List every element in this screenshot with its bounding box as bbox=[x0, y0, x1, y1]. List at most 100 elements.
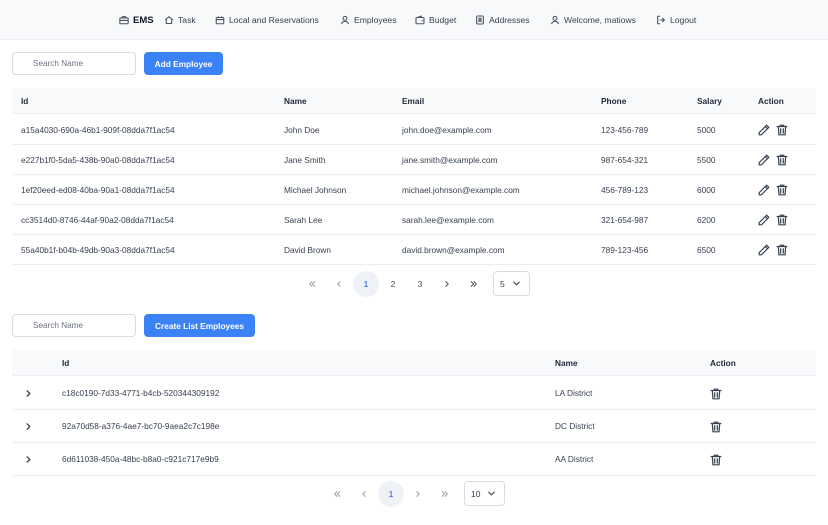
chevron-down-icon bbox=[488, 491, 495, 496]
brand-label: EMS bbox=[133, 14, 154, 26]
cell-phone: 789-123-456 bbox=[601, 245, 649, 255]
nav-item-label: Logout bbox=[670, 15, 697, 25]
cell-email: sarah.lee@example.com bbox=[402, 215, 494, 225]
cell-id: 1ef20eed-ed08-40ba-90a1-08dda7f1ac54 bbox=[21, 185, 175, 195]
page-button-1[interactable]: 1 bbox=[353, 271, 379, 297]
address-book-icon bbox=[476, 15, 484, 25]
employee-search-input[interactable] bbox=[12, 52, 136, 75]
pencil-icon bbox=[758, 184, 770, 196]
edit-button[interactable] bbox=[757, 205, 771, 235]
cell-email: jane.smith@example.com bbox=[402, 155, 498, 165]
cell-salary: 6000 bbox=[697, 185, 716, 195]
delete-button[interactable] bbox=[775, 115, 789, 145]
cell-salary: 5500 bbox=[697, 155, 716, 165]
rows-per-page-select[interactable]: 10 bbox=[464, 481, 505, 506]
delete-button[interactable] bbox=[709, 443, 723, 476]
delete-button[interactable] bbox=[775, 205, 789, 235]
first-page-button[interactable] bbox=[299, 271, 325, 297]
prev-page-button[interactable] bbox=[326, 271, 352, 297]
nav-item-local-and-reservations[interactable]: Local and Reservations bbox=[215, 0, 319, 40]
column-header-email: Email bbox=[402, 96, 425, 106]
cell-email: david.brown@example.com bbox=[402, 245, 505, 255]
pencil-icon bbox=[758, 214, 770, 226]
trash-icon bbox=[776, 184, 788, 196]
edit-button[interactable] bbox=[757, 235, 771, 265]
user-icon bbox=[550, 15, 560, 25]
nav-item-employees[interactable]: Employees bbox=[340, 0, 397, 40]
next-page-button[interactable] bbox=[434, 271, 460, 297]
cell-name: LA District bbox=[555, 388, 593, 398]
column-header-id: Id bbox=[21, 96, 29, 106]
edit-button[interactable] bbox=[757, 145, 771, 175]
table-row: a15a4030-690a-46b1-909f-08dda7f1ac54 Joh… bbox=[12, 115, 816, 145]
pencil-icon bbox=[758, 124, 770, 136]
column-header-action: Action bbox=[710, 358, 736, 368]
user-icon bbox=[340, 15, 350, 25]
list-search-input[interactable] bbox=[12, 314, 136, 337]
cell-name: AA District bbox=[555, 454, 594, 464]
chevron-right-icon bbox=[26, 456, 31, 463]
trash-icon bbox=[776, 214, 788, 226]
lists-table-header: Id Name Action bbox=[12, 350, 816, 376]
home-icon bbox=[164, 15, 174, 25]
table-row: 92a70d58-a376-4ae7-bc70-9aea2c7c198e DC … bbox=[12, 410, 816, 443]
page-button-2[interactable]: 2 bbox=[380, 271, 406, 297]
delete-button[interactable] bbox=[709, 410, 723, 443]
delete-button[interactable] bbox=[775, 175, 789, 205]
create-list-employees-button[interactable]: Create List Employees bbox=[144, 314, 255, 337]
column-header-salary: Salary bbox=[697, 96, 722, 106]
nav-brand[interactable]: EMS bbox=[119, 0, 154, 40]
cell-id: 92a70d58-a376-4ae7-bc70-9aea2c7c198e bbox=[62, 421, 220, 431]
trash-icon bbox=[710, 454, 722, 465]
cell-phone: 123-456-789 bbox=[601, 125, 649, 135]
cell-phone: 987-654-321 bbox=[601, 155, 649, 165]
delete-button[interactable] bbox=[775, 145, 789, 175]
double-chevron-right-icon bbox=[441, 491, 448, 497]
rows-per-page-select[interactable]: 5 bbox=[493, 271, 530, 296]
add-employee-button[interactable]: Add Employee bbox=[144, 52, 223, 75]
cell-id: 55a40b1f-b04b-49db-90a3-08dda7f1ac54 bbox=[21, 245, 175, 255]
wallet-icon bbox=[415, 15, 425, 25]
trash-icon bbox=[776, 154, 788, 166]
chevron-left-icon bbox=[337, 281, 341, 287]
top-navbar: EMS Task Local and Reservations Employee… bbox=[0, 0, 828, 40]
page-button-3[interactable]: 3 bbox=[407, 271, 433, 297]
chevron-right-icon bbox=[26, 390, 31, 397]
table-row: 1ef20eed-ed08-40ba-90a1-08dda7f1ac54 Mic… bbox=[12, 175, 816, 205]
delete-button[interactable] bbox=[709, 377, 723, 410]
nav-item-budget[interactable]: Budget bbox=[415, 0, 456, 40]
double-chevron-left-icon bbox=[334, 491, 341, 497]
column-header-name: Name bbox=[555, 358, 578, 368]
last-page-button[interactable] bbox=[461, 271, 487, 297]
employees-table-header: Id Name Email Phone Salary Action bbox=[12, 88, 816, 114]
nav-item-task[interactable]: Task bbox=[164, 0, 196, 40]
cell-id: c18c0190-7d33-4771-b4cb-520344309192 bbox=[62, 388, 220, 398]
column-header-name: Name bbox=[284, 96, 307, 106]
cell-name: Michael Johnson bbox=[284, 185, 347, 195]
cell-salary: 5000 bbox=[697, 125, 716, 135]
chevron-right-icon bbox=[445, 281, 449, 287]
next-page-button[interactable] bbox=[405, 481, 431, 507]
chevron-left-icon bbox=[362, 491, 366, 497]
building-icon bbox=[215, 16, 225, 25]
edit-button[interactable] bbox=[757, 115, 771, 145]
cell-id: 6d611038-450a-48bc-b8a0-c921c717e9b9 bbox=[62, 454, 219, 464]
briefcase-icon bbox=[119, 16, 129, 25]
cell-salary: 6500 bbox=[697, 245, 716, 255]
prev-page-button[interactable] bbox=[351, 481, 377, 507]
delete-button[interactable] bbox=[775, 235, 789, 265]
expand-row-button[interactable] bbox=[24, 377, 33, 410]
nav-item-logout[interactable]: Logout bbox=[656, 0, 696, 40]
edit-button[interactable] bbox=[757, 175, 771, 205]
rows-per-page-value: 5 bbox=[500, 278, 505, 289]
cell-id: cc3514d0-8746-44af-90a2-08dda7f1ac54 bbox=[21, 215, 174, 225]
page-button-1[interactable]: 1 bbox=[378, 481, 404, 507]
nav-item-welcome[interactable]: Welcome, matiows bbox=[550, 0, 636, 40]
last-page-button[interactable] bbox=[432, 481, 458, 507]
nav-item-label: Employees bbox=[354, 15, 397, 25]
nav-item-addresses[interactable]: Addresses bbox=[475, 0, 530, 40]
first-page-button[interactable] bbox=[324, 481, 350, 507]
nav-item-label: Addresses bbox=[489, 15, 530, 25]
expand-row-button[interactable] bbox=[24, 410, 33, 443]
expand-row-button[interactable] bbox=[24, 443, 33, 476]
